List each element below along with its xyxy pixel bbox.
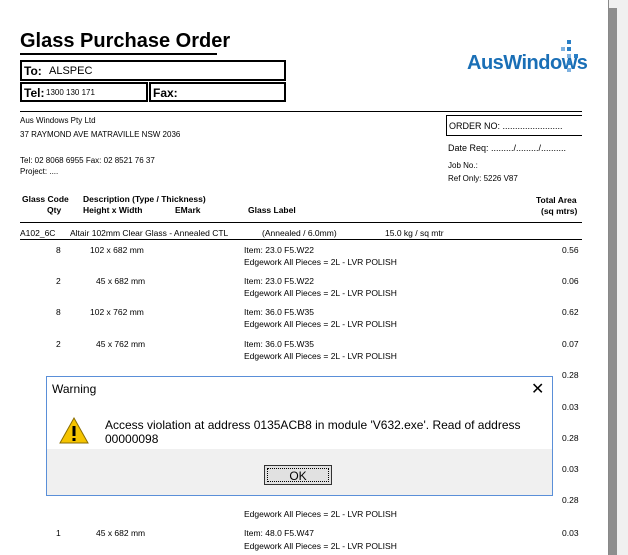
group-divider [20, 239, 582, 240]
row-edgework: Edgework All Pieces = 2L - LVR POLISH [244, 509, 397, 519]
row-area: 0.56 [562, 245, 579, 255]
company-contact: Tel: 02 8068 6955 Fax: 02 8521 76 37 [20, 156, 155, 165]
row-size: 45 x 682 mm [96, 276, 146, 286]
row-item: Item: 23.0 F5.W22 [244, 276, 314, 286]
row-area: 0.62 [562, 307, 579, 317]
header-sq-mtrs: (sq mtrs) [541, 206, 578, 216]
order-number-box: ORDER NO: ........................ [446, 115, 582, 136]
close-icon[interactable]: ✕ [531, 379, 544, 399]
header-glass-label: Glass Label [248, 205, 296, 215]
warning-icon [59, 417, 89, 444]
header-description: Description (Type / Thickness) [83, 194, 206, 204]
group-weight: 15.0 kg / sq mtr [385, 228, 444, 238]
row-area: 0.28 [562, 370, 579, 380]
table-header-divider [20, 222, 582, 223]
title-underline [20, 53, 217, 55]
row-item: Item: 48.0 F5.W47 [244, 528, 314, 538]
tel-value: 1300 130 171 [46, 88, 95, 97]
row-area: 0.03 [562, 402, 579, 412]
warning-dialog: Warning ✕ Access violation at address 01… [46, 376, 553, 496]
report-title: Glass Purchase Order [20, 30, 231, 52]
tel-label: Tel: [24, 86, 45, 100]
row-qty: 2 [56, 276, 61, 286]
row-area: 0.28 [562, 433, 579, 443]
row-item: Item: 36.0 F5.W35 [244, 339, 314, 349]
row-area: 0.28 [562, 495, 579, 505]
row-edgework: Edgework All Pieces = 2L - LVR POLISH [244, 288, 397, 298]
row-qty: 8 [56, 245, 61, 255]
header-height-width: Height x Width [83, 205, 143, 215]
tel-box: Tel: 1300 130 171 [20, 82, 148, 102]
row-size: 45 x 762 mm [96, 339, 146, 349]
row-area: 0.03 [562, 464, 579, 474]
order-number: ORDER NO: ........................ [449, 121, 563, 131]
company-name: Aus Windows Pty Ltd [20, 116, 96, 125]
header-glass-code: Glass Code [22, 194, 69, 204]
header-divider [20, 111, 582, 112]
row-qty: 2 [56, 339, 61, 349]
fax-label: Fax: [153, 86, 178, 100]
header-qty: Qty [47, 205, 62, 215]
row-size: 45 x 682 mm [96, 528, 146, 538]
date-required: Date Req: ........./........./.......... [448, 143, 567, 153]
company-address: 37 RAYMOND AVE MATRAVILLE NSW 2036 [20, 130, 181, 139]
row-qty: 1 [56, 528, 61, 538]
job-number: Job No.: [448, 161, 478, 170]
row-edgework: Edgework All Pieces = 2L - LVR POLISH [244, 541, 397, 551]
project-line: Project: .... [20, 167, 59, 176]
dialog-title: Warning [52, 382, 97, 396]
row-item: Item: 23.0 F5.W22 [244, 245, 314, 255]
row-item: Item: 36.0 F5.W35 [244, 307, 314, 317]
dialog-message: Access violation at address 0135ACB8 in … [105, 418, 521, 446]
header-total-area: Total Area [536, 195, 577, 205]
row-size: 102 x 762 mm [90, 307, 144, 317]
ok-button[interactable]: OK [264, 465, 332, 485]
row-edgework: Edgework All Pieces = 2L - LVR POLISH [244, 257, 397, 267]
reference-only: Ref Only: 5226 V87 [448, 174, 518, 183]
row-size: 102 x 682 mm [90, 245, 144, 255]
to-value: ALSPEC [49, 65, 93, 77]
row-area: 0.03 [562, 528, 579, 538]
row-edgework: Edgework All Pieces = 2L - LVR POLISH [244, 351, 397, 361]
fax-box: Fax: [149, 82, 286, 102]
to-box: To: ALSPEC [20, 60, 286, 81]
page-shadow [609, 8, 617, 555]
group-type: (Annealed / 6.0mm) [262, 228, 337, 238]
to-label: To: [24, 64, 42, 78]
row-qty: 8 [56, 307, 61, 317]
row-area: 0.06 [562, 276, 579, 286]
group-code: A102_6C [20, 228, 56, 238]
row-area: 0.07 [562, 339, 579, 349]
row-edgework: Edgework All Pieces = 2L - LVR POLISH [244, 319, 397, 329]
group-description: Altair 102mm Clear Glass - Annealed CTL [70, 228, 229, 238]
header-emark: EMark [175, 205, 201, 215]
